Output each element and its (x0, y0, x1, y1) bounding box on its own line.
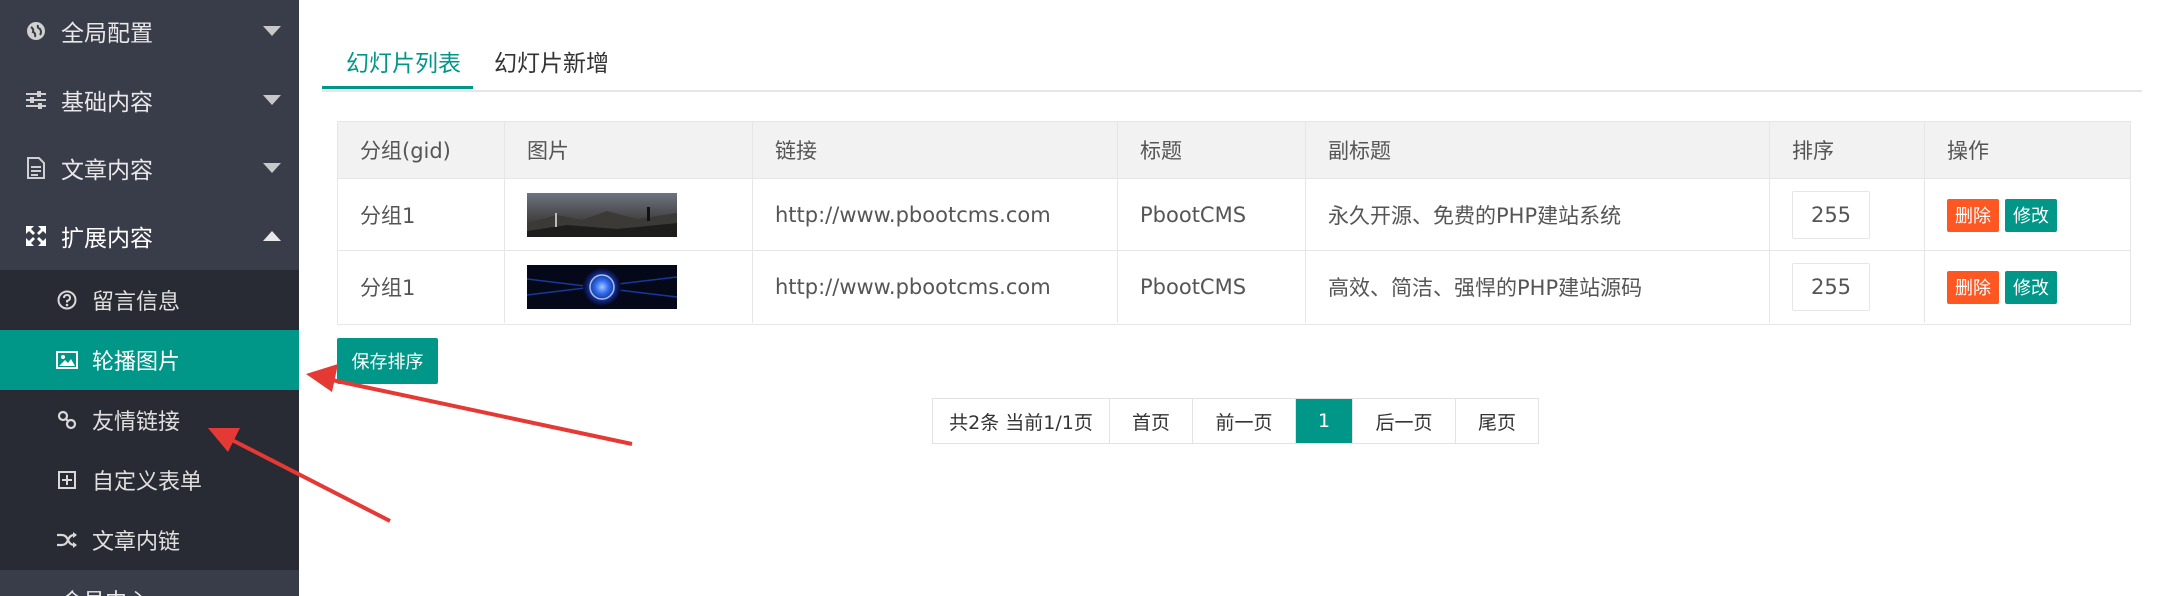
nav-item-label: 文章内容 (61, 158, 153, 184)
table-row: 分组1 http://www.pbootcms.com PbootCMS 永久开… (338, 178, 2130, 251)
pagination-prev[interactable]: 前一页 (1192, 399, 1295, 443)
sidebar: 全局配置 基础内容 文章内容 扩展内容 留言信息 轮播图片 友情链接 自定义表单… (0, 0, 299, 596)
pagination-last[interactable]: 尾页 (1455, 399, 1538, 443)
submenu-item-label: 友情链接 (92, 410, 181, 435)
nav-item-member-center[interactable]: 会员中心 (0, 570, 299, 596)
tab-active-indicator (322, 86, 473, 89)
link-icon (55, 408, 79, 432)
nav-item-article-content[interactable]: 文章内容 (0, 134, 299, 202)
nav-item-extended-content[interactable]: 扩展内容 (0, 202, 299, 270)
submenu-item-messages[interactable]: 留言信息 (0, 270, 299, 330)
nav-item-label: 全局配置 (61, 21, 153, 47)
slide-thumbnail-mountain (527, 193, 677, 237)
submenu: 留言信息 轮播图片 友情链接 自定义表单 文章内链 (0, 270, 299, 570)
sort-input[interactable] (1792, 263, 1870, 311)
shuffle-icon (55, 528, 79, 552)
edit-button[interactable]: 修改 (2005, 198, 2057, 232)
globe-icon (24, 19, 48, 43)
column-header: 操作 (1924, 122, 1989, 178)
submenu-item-label: 文章内链 (92, 530, 181, 555)
submenu-item-label: 轮播图片 (92, 350, 181, 375)
sort-cell (1769, 251, 1870, 323)
nav-item-label: 扩展内容 (61, 226, 153, 252)
submenu-item-label: 自定义表单 (92, 470, 203, 495)
delete-button[interactable]: 删除 (1947, 270, 1999, 304)
expand-icon (24, 224, 48, 248)
submenu-item-friend-links[interactable]: 友情链接 (0, 390, 299, 450)
chevron-down-icon (263, 95, 281, 105)
submenu-item-slides[interactable]: 轮播图片 (0, 330, 299, 390)
title-cell: PbootCMS (1117, 179, 1246, 251)
tab-slide-add[interactable]: 幻灯片新增 (494, 44, 609, 78)
submenu-item-label: 留言信息 (92, 290, 181, 315)
chevron-down-icon (263, 163, 281, 173)
chevron-down-icon (263, 26, 281, 36)
plus-square-icon (55, 468, 79, 492)
sliders-icon (24, 88, 48, 112)
image-icon (55, 348, 79, 372)
nav-item-basic-content[interactable]: 基础内容 (0, 66, 299, 134)
nav-item-global-config[interactable]: 全局配置 (0, 0, 299, 65)
column-header: 排序 (1769, 122, 1834, 178)
column-header: 链接 (752, 122, 817, 178)
group-cell: 分组1 (360, 276, 416, 300)
actions-cell: 删除 修改 (1924, 251, 2057, 323)
edit-button[interactable]: 修改 (2005, 270, 2057, 304)
nav-item-label: 基础内容 (61, 90, 153, 116)
title-cell: PbootCMS (1117, 251, 1246, 323)
question-circle-icon (55, 288, 79, 312)
sort-cell (1769, 179, 1870, 251)
table-header-row: 分组(gid) 图片 链接 标题 副标题 排序 操作 (338, 122, 2130, 178)
slide-thumbnail-blue-orb (527, 265, 677, 309)
image-cell (504, 251, 677, 323)
tab-bar: 幻灯片列表 幻灯片新增 (322, 30, 2142, 92)
submenu-item-inner-links[interactable]: 文章内链 (0, 510, 299, 570)
pagination-summary: 共2条 当前1/1页 (949, 411, 1093, 434)
actions-cell: 删除 修改 (1924, 179, 2057, 251)
pagination-current[interactable]: 1 (1295, 399, 1352, 443)
nav-item-label: 会员中心 (61, 584, 149, 596)
link-cell: http://www.pbootcms.com (752, 251, 1051, 323)
subtitle-cell: 高效、简洁、强悍的PHP建站源码 (1305, 251, 1642, 323)
column-header: 标题 (1117, 122, 1182, 178)
submenu-item-custom-form[interactable]: 自定义表单 (0, 450, 299, 510)
subtitle-cell: 永久开源、免费的PHP建站系统 (1305, 179, 1621, 251)
pagination: 共2条 当前1/1页 首页 前一页 1 后一页 尾页 (932, 398, 1539, 444)
pagination-first[interactable]: 首页 (1109, 399, 1192, 443)
column-header: 分组(gid) (360, 139, 451, 163)
image-cell (504, 179, 677, 251)
save-sort-button[interactable]: 保存排序 (337, 338, 438, 384)
table-row: 分组1 http://www.pbootcms.com PbootCMS 高效、… (338, 250, 2130, 323)
column-header: 图片 (504, 122, 569, 178)
group-cell: 分组1 (360, 204, 416, 228)
sort-input[interactable] (1792, 191, 1870, 239)
document-icon (24, 156, 48, 180)
pagination-next[interactable]: 后一页 (1352, 399, 1455, 443)
link-cell: http://www.pbootcms.com (752, 179, 1051, 251)
delete-button[interactable]: 删除 (1947, 198, 1999, 232)
slides-table: 分组(gid) 图片 链接 标题 副标题 排序 操作 分组1 http://ww… (337, 121, 2131, 325)
chevron-up-icon (263, 231, 281, 241)
tab-slide-list[interactable]: 幻灯片列表 (346, 44, 461, 78)
column-header: 副标题 (1305, 122, 1391, 178)
